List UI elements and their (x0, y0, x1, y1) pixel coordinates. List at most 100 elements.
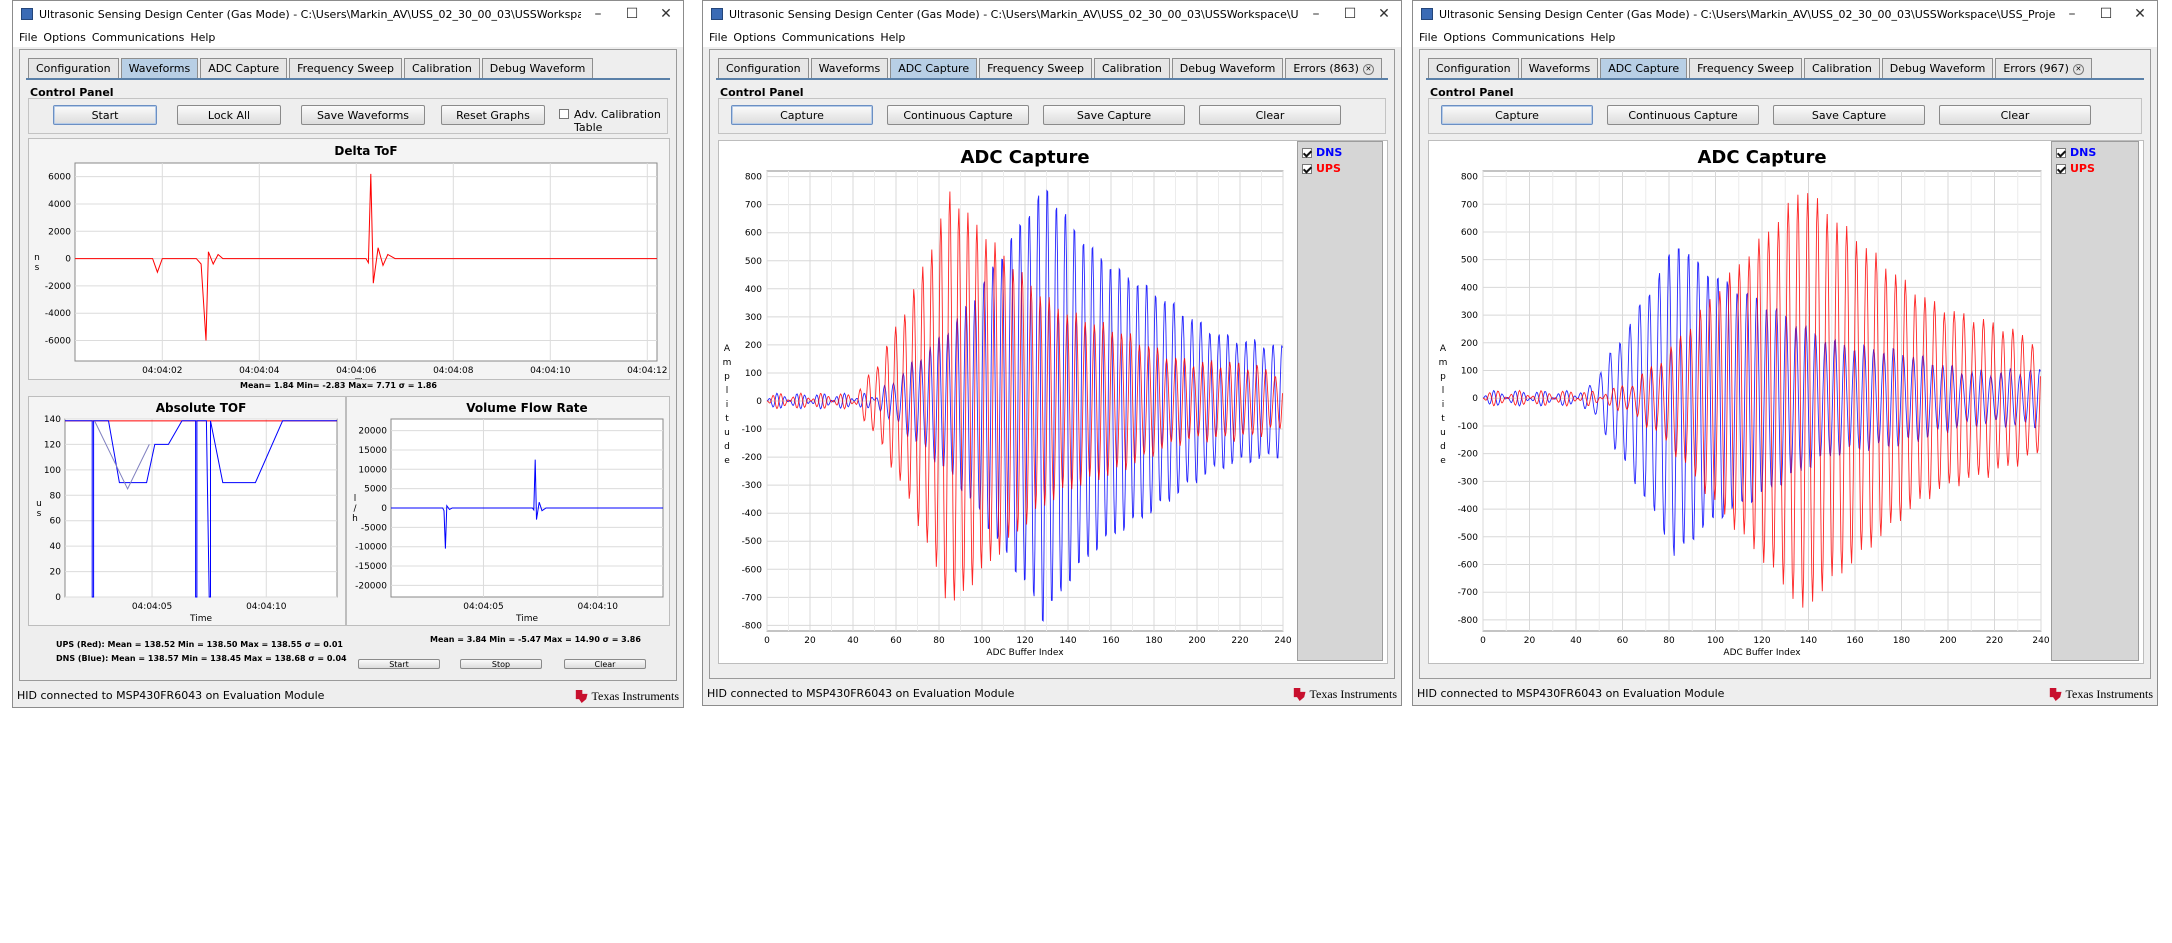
menu-help[interactable]: Help (1590, 31, 1615, 44)
tab-debug-waveform[interactable]: Debug Waveform (1881, 58, 1994, 78)
tab-frequency-sweep[interactable]: Frequency Sweep (1689, 58, 1802, 78)
tab-debug-waveform[interactable]: Debug Waveform (481, 58, 594, 78)
menu-options[interactable]: Options (733, 31, 775, 44)
x-tick-label: 04:04:12 (627, 366, 667, 376)
x-tick-label: 60 (890, 636, 902, 646)
menu-bar: File Options Communications Help (1413, 27, 2157, 47)
title-bar[interactable]: Ultrasonic Sensing Design Center (Gas Mo… (703, 1, 1401, 27)
close-icon[interactable]: ✕ (2123, 6, 2157, 22)
menu-file[interactable]: File (709, 31, 727, 44)
capture-button[interactable]: Capture (731, 105, 873, 125)
dns-checkbox[interactable] (1302, 147, 1312, 158)
y-axis-label-char: h (352, 514, 358, 524)
window-title: Ultrasonic Sensing Design Center (Gas Mo… (39, 7, 581, 21)
tab-configuration[interactable]: Configuration (718, 58, 809, 78)
y-axis-label-char: i (1442, 400, 1445, 410)
vfr-clear-button[interactable]: Clear (564, 659, 646, 669)
menu-bar: File Options Communications Help (703, 27, 1401, 47)
save-capture-button[interactable]: Save Capture (1773, 105, 1925, 125)
ups-checkbox[interactable] (2056, 163, 2066, 174)
legend-ups[interactable]: UPS (2056, 162, 2095, 175)
close-tab-icon[interactable]: ✕ (2072, 63, 2084, 75)
title-bar[interactable]: Ultrasonic Sensing Design Center (Gas Mo… (13, 1, 683, 27)
x-tick-label: 40 (847, 636, 859, 646)
clear-button[interactable]: Clear (1939, 105, 2091, 125)
ti-logo-icon (575, 690, 588, 703)
menu-options[interactable]: Options (1443, 31, 1485, 44)
adv-calibration-checkbox[interactable] (559, 109, 569, 119)
tab-waveforms[interactable]: Waveforms (1520, 58, 1599, 78)
tab-configuration[interactable]: Configuration (28, 58, 119, 78)
dns-checkbox[interactable] (2056, 147, 2066, 158)
x-tick-label: 04:04:10 (246, 602, 287, 612)
tab-errors[interactable]: Errors (967) ✕ (1995, 58, 2092, 78)
y-axis-label-char: / (353, 504, 357, 514)
tab-configuration[interactable]: Configuration (1428, 58, 1519, 78)
lock-all-button[interactable]: Lock All (177, 105, 281, 125)
adc-chart-panel: 800 700 600 500 400 300 200 100 0 -100 -200 -300 -40… (1428, 140, 2144, 664)
menu-options[interactable]: Options (43, 31, 85, 44)
menu-communications[interactable]: Communications (1492, 31, 1584, 44)
x-axis-label: Time (354, 378, 377, 379)
tab-calibration[interactable]: Calibration (403, 58, 480, 78)
window-adc-capture-2: Ultrasonic Sensing Design Center (Gas Mo… (1412, 0, 2158, 706)
clear-button[interactable]: Clear (1199, 105, 1341, 125)
maximize-icon[interactable]: ☐ (615, 6, 649, 22)
tab-debug-waveform[interactable]: Debug Waveform (1171, 58, 1284, 78)
tab-frequency-sweep[interactable]: Frequency Sweep (289, 58, 402, 78)
menu-communications[interactable]: Communications (782, 31, 874, 44)
tab-adc-capture[interactable]: ADC Capture (1600, 58, 1688, 78)
save-waveforms-button[interactable]: Save Waveforms (301, 105, 425, 125)
y-tick-label: -600 (742, 565, 763, 575)
legend-dns[interactable]: DNS (1302, 146, 1342, 159)
minimize-icon[interactable]: – (1299, 6, 1333, 22)
tab-calibration[interactable]: Calibration (1093, 58, 1170, 78)
x-tick-label: 200 (1188, 636, 1205, 646)
close-tab-icon[interactable]: ✕ (1362, 63, 1374, 75)
close-icon[interactable]: ✕ (1367, 6, 1401, 22)
tab-calibration[interactable]: Calibration (1803, 58, 1880, 78)
close-icon[interactable]: ✕ (649, 6, 683, 22)
minimize-icon[interactable]: – (581, 6, 615, 22)
start-button[interactable]: Start (53, 105, 157, 125)
menu-help[interactable]: Help (190, 31, 215, 44)
continuous-capture-button[interactable]: Continuous Capture (887, 105, 1029, 125)
minimize-icon[interactable]: – (2055, 6, 2089, 22)
y-axis-label-char: u (36, 499, 42, 509)
y-tick-label: -100 (742, 425, 763, 435)
y-tick-label: -500 (742, 537, 763, 547)
tab-frequency-sweep[interactable]: Frequency Sweep (979, 58, 1092, 78)
tab-errors[interactable]: Errors (863) ✕ (1285, 58, 1382, 78)
y-tick-label: 500 (745, 257, 762, 267)
y-axis-label-char: s (35, 263, 40, 273)
save-capture-button[interactable]: Save Capture (1043, 105, 1185, 125)
y-tick-label: -100 (1458, 422, 1479, 432)
y-tick-label: 0 (381, 504, 387, 514)
y-axis-label-char: n (34, 253, 40, 263)
menu-help[interactable]: Help (880, 31, 905, 44)
tab-waveforms[interactable]: Waveforms (120, 58, 199, 78)
window-title: Ultrasonic Sensing Design Center (Gas Mo… (729, 7, 1299, 21)
tab-adc-capture[interactable]: ADC Capture (890, 58, 978, 78)
menu-file[interactable]: File (19, 31, 37, 44)
legend-ups[interactable]: UPS (1302, 162, 1341, 175)
vfr-start-button[interactable]: Start (358, 659, 440, 669)
vfr-stop-button[interactable]: Stop (460, 659, 542, 669)
continuous-capture-button[interactable]: Continuous Capture (1607, 105, 1759, 125)
legend-dns[interactable]: DNS (2056, 146, 2096, 159)
tab-waveforms[interactable]: Waveforms (810, 58, 889, 78)
capture-button[interactable]: Capture (1441, 105, 1593, 125)
ups-checkbox[interactable] (1302, 163, 1312, 174)
menu-file[interactable]: File (1419, 31, 1437, 44)
title-bar[interactable]: Ultrasonic Sensing Design Center (Gas Mo… (1413, 1, 2157, 27)
tab-adc-capture[interactable]: ADC Capture (200, 58, 288, 78)
y-tick-label: 700 (745, 201, 762, 211)
y-axis-label-char: i (726, 400, 729, 410)
tab-underline (26, 78, 670, 80)
maximize-icon[interactable]: ☐ (1333, 6, 1367, 22)
menu-communications[interactable]: Communications (92, 31, 184, 44)
y-axis-label-char: e (724, 456, 730, 466)
maximize-icon[interactable]: ☐ (2089, 6, 2123, 22)
reset-graphs-button[interactable]: Reset Graphs (441, 105, 545, 125)
x-tick-label: 04:04:06 (336, 366, 377, 376)
